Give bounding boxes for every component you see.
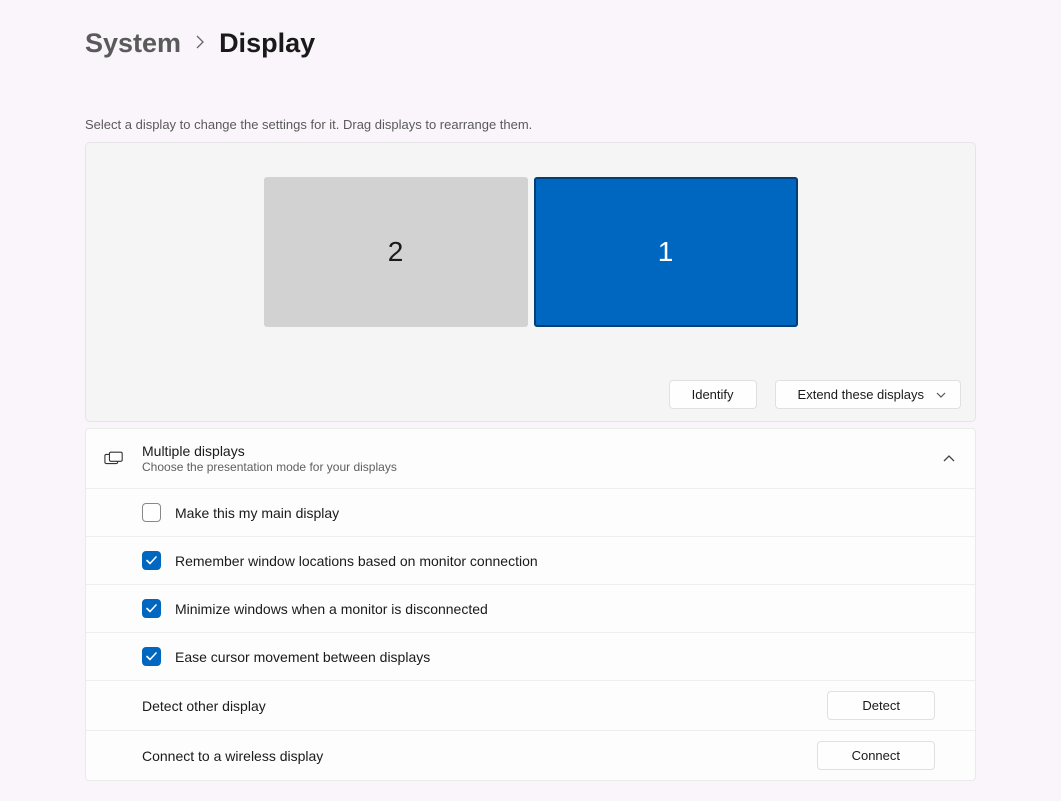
row-detect-display: Detect other display Detect — [86, 681, 975, 731]
checkbox-remember-locations[interactable] — [142, 551, 161, 570]
monitor-1[interactable]: 1 — [534, 177, 798, 327]
displays-area[interactable]: 2 1 — [86, 143, 975, 361]
multiple-displays-subtitle: Choose the presentation mode for your di… — [142, 460, 943, 474]
display-mode-label: Extend these displays — [798, 387, 924, 402]
monitor-2[interactable]: 2 — [264, 177, 528, 327]
display-mode-dropdown[interactable]: Extend these displays — [775, 380, 961, 409]
display-instructions: Select a display to change the settings … — [85, 117, 976, 132]
option-label: Remember window locations based on monit… — [175, 553, 538, 569]
row-connect-wireless: Connect to a wireless display Connect — [86, 731, 975, 780]
checkbox-minimize-disconnect[interactable] — [142, 599, 161, 618]
breadcrumb: System Display — [85, 28, 976, 59]
multiple-displays-header[interactable]: Multiple displays Choose the presentatio… — [86, 429, 975, 488]
breadcrumb-parent[interactable]: System — [85, 28, 181, 59]
option-ease-cursor: Ease cursor movement between displays — [86, 633, 975, 681]
option-main-display: Make this my main display — [86, 489, 975, 537]
checkbox-main-display[interactable] — [142, 503, 161, 522]
checkbox-ease-cursor[interactable] — [142, 647, 161, 666]
chevron-up-icon — [943, 455, 955, 463]
check-icon — [146, 652, 157, 661]
multiple-displays-title: Multiple displays — [142, 443, 943, 459]
option-remember-locations: Remember window locations based on monit… — [86, 537, 975, 585]
option-label: Make this my main display — [175, 505, 339, 521]
page-title: Display — [219, 28, 315, 59]
multiple-displays-card: Multiple displays Choose the presentatio… — [85, 428, 976, 781]
detect-display-label: Detect other display — [142, 698, 827, 714]
check-icon — [146, 604, 157, 613]
check-icon — [146, 556, 157, 565]
chevron-down-icon — [936, 392, 946, 398]
chevron-right-icon — [195, 32, 205, 55]
identify-button[interactable]: Identify — [669, 380, 757, 409]
option-minimize-disconnect: Minimize windows when a monitor is disco… — [86, 585, 975, 633]
multiple-displays-icon — [104, 451, 124, 467]
option-label: Minimize windows when a monitor is disco… — [175, 601, 488, 617]
display-arrangement-panel: 2 1 Identify Extend these displays — [85, 142, 976, 422]
connect-button[interactable]: Connect — [817, 741, 935, 770]
option-label: Ease cursor movement between displays — [175, 649, 430, 665]
detect-button[interactable]: Detect — [827, 691, 935, 720]
connect-wireless-label: Connect to a wireless display — [142, 748, 817, 764]
